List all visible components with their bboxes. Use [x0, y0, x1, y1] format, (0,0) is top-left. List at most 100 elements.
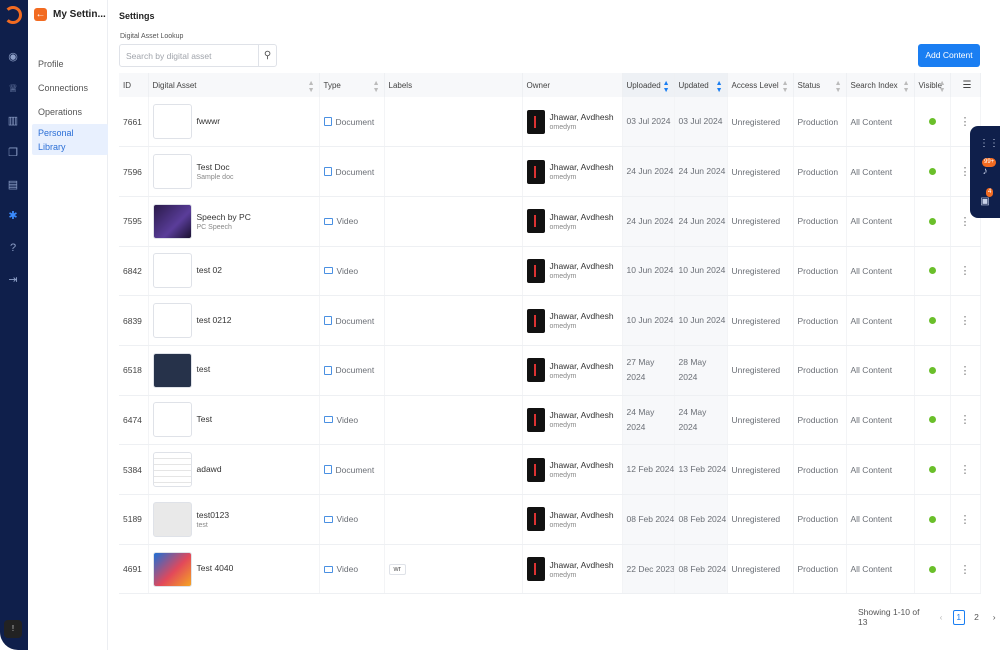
visible-status-dot[interactable] — [928, 168, 936, 176]
asset-name[interactable]: test 0212 — [197, 315, 232, 325]
asset-thumbnail[interactable] — [152, 104, 192, 140]
table-row[interactable]: 7661 fwwwr Document Jhawar, Avdhesh omed… — [119, 97, 981, 148]
label-chip[interactable]: wr — [388, 564, 406, 576]
asset-name[interactable]: adawd — [197, 464, 222, 474]
search-icon[interactable]: ⚲ — [258, 45, 276, 66]
apps-grid-icon[interactable]: ⋮⋮ — [979, 138, 999, 150]
cell-digital-asset[interactable]: test 0212 — [148, 295, 320, 346]
trophy-icon[interactable]: ♕ — [6, 82, 20, 96]
sort-icon[interactable]: ▲ ▼ — [782, 80, 789, 94]
chat-icon[interactable]: ▣ — [979, 196, 991, 208]
col-updated[interactable]: Updated ▲ ▼ — [674, 73, 728, 97]
visible-status-dot[interactable] — [928, 217, 936, 225]
cell-digital-asset[interactable]: test — [148, 345, 320, 396]
table-row[interactable]: 6518 test Document Jhawar, Avdhesh omedy… — [119, 345, 981, 396]
app-logo-icon[interactable] — [4, 6, 22, 24]
settings-gear-icon[interactable]: ✱ — [6, 209, 20, 223]
col-labels[interactable]: Labels — [384, 73, 523, 97]
visible-status-dot[interactable] — [928, 267, 936, 275]
row-menu-icon[interactable]: ⋮ — [950, 395, 981, 446]
asset-name[interactable]: test — [197, 364, 211, 374]
asset-name[interactable]: fwwwr — [197, 116, 221, 126]
row-menu-icon[interactable]: ⋮ — [950, 494, 981, 545]
help-icon[interactable]: ? — [6, 241, 20, 255]
visible-status-dot[interactable] — [928, 466, 936, 474]
nav-item-personal-library[interactable]: Personal Library — [32, 124, 108, 155]
cell-digital-asset[interactable]: Test 4040 — [148, 544, 320, 595]
cell-digital-asset[interactable]: fwwwr — [148, 97, 320, 148]
table-row[interactable]: 5189 test0123 test Video Jhawar, Avdhesh — [119, 494, 981, 545]
visible-status-dot[interactable] — [928, 317, 936, 325]
page-2-button[interactable]: 2 — [971, 610, 983, 625]
col-id[interactable]: ID — [119, 73, 149, 97]
sort-icon[interactable]: ▲ ▼ — [373, 80, 380, 94]
asset-name[interactable]: Test Doc — [197, 162, 234, 172]
sort-icon[interactable]: ▲ ▼ — [903, 80, 910, 94]
asset-thumbnail[interactable] — [152, 501, 192, 537]
row-menu-icon[interactable]: ⋮ — [950, 295, 981, 346]
cell-digital-asset[interactable]: test0123 test — [148, 494, 320, 545]
bell-icon[interactable]: ♪ — [979, 166, 991, 178]
nav-item-connections[interactable]: Connections — [32, 76, 108, 100]
cell-digital-asset[interactable]: Test — [148, 395, 320, 446]
nav-item-operations[interactable]: Operations — [32, 100, 108, 124]
asset-name[interactable]: Test — [197, 414, 213, 424]
asset-thumbnail[interactable] — [152, 452, 192, 488]
sort-icon[interactable]: ▲ ▼ — [308, 80, 315, 94]
search-input[interactable] — [120, 45, 258, 66]
sort-icon[interactable]: ▲ ▼ — [663, 80, 670, 94]
sort-icon[interactable]: ▲ ▼ — [939, 80, 946, 94]
asset-thumbnail[interactable] — [152, 203, 192, 239]
asset-name[interactable]: Test 4040 — [197, 563, 234, 573]
visible-status-dot[interactable] — [928, 565, 936, 573]
col-status[interactable]: Status ▲ ▼ — [793, 73, 847, 97]
asset-thumbnail[interactable] — [152, 352, 192, 388]
visible-status-dot[interactable] — [928, 118, 936, 126]
back-arrow-icon[interactable]: ← — [34, 8, 47, 21]
col-access-level[interactable]: Access Level ▲ ▼ — [727, 73, 794, 97]
next-page-icon[interactable]: › — [988, 610, 1000, 625]
row-menu-icon[interactable]: ⋮ — [950, 444, 981, 495]
col-owner[interactable]: Owner — [522, 73, 623, 97]
camera-icon[interactable]: ◉ — [6, 50, 20, 64]
user-avatar[interactable]: ! — [4, 620, 22, 638]
asset-thumbnail[interactable] — [152, 154, 192, 190]
sort-icon[interactable]: ▲ ▼ — [716, 80, 723, 94]
row-menu-icon[interactable]: ⋮ — [950, 544, 981, 595]
prev-page-icon[interactable]: ‹ — [935, 610, 947, 625]
logout-icon[interactable]: ⇥ — [6, 273, 20, 287]
visible-status-dot[interactable] — [928, 515, 936, 523]
table-row[interactable]: 6842 test 02 Video Jhawar, Avdhesh omedy… — [119, 246, 981, 297]
bank-icon[interactable]: ▥ — [6, 114, 20, 128]
col-uploaded[interactable]: Uploaded ▲ ▼ — [622, 73, 675, 97]
row-menu-icon[interactable]: ⋮ — [950, 345, 981, 396]
visible-status-dot[interactable] — [928, 416, 936, 424]
table-row[interactable]: 6839 test 0212 Document Jhawar, Avdhesh — [119, 295, 981, 346]
col-type[interactable]: Type ▲ ▼ — [319, 73, 385, 97]
table-row[interactable]: 7595 Speech by PC PC Speech Video Jhawar… — [119, 196, 981, 247]
asset-thumbnail[interactable] — [152, 402, 192, 438]
copy-icon[interactable]: ❐ — [6, 146, 20, 160]
cell-digital-asset[interactable]: adawd — [148, 444, 320, 495]
add-content-button[interactable]: Add Content — [918, 44, 980, 67]
library-icon[interactable]: ▤ — [6, 178, 20, 192]
cell-digital-asset[interactable]: Speech by PC PC Speech — [148, 196, 320, 247]
asset-name[interactable]: test 02 — [197, 265, 223, 275]
table-row[interactable]: 7596 Test Doc Sample doc Document Jhawar… — [119, 146, 981, 197]
asset-name[interactable]: Speech by PC — [197, 212, 251, 222]
visible-status-dot[interactable] — [928, 366, 936, 374]
asset-thumbnail[interactable] — [152, 303, 192, 339]
table-row[interactable]: 6474 Test Video Jhawar, Avdhesh omedym 2… — [119, 395, 981, 446]
page-1-button[interactable]: 1 — [952, 609, 965, 625]
asset-thumbnail[interactable] — [152, 551, 192, 587]
row-menu-icon[interactable]: ⋮ — [950, 246, 981, 297]
col-visible[interactable]: Visible ▲ ▼ — [914, 73, 951, 97]
col-search-index[interactable]: Search Index ▲ ▼ — [846, 73, 915, 97]
table-row[interactable]: 4691 Test 4040 Video wr Jhawar, Avdhesh — [119, 544, 981, 595]
cell-digital-asset[interactable]: Test Doc Sample doc — [148, 146, 320, 197]
table-row[interactable]: 5384 adawd Document Jhawar, Avdhesh omed… — [119, 444, 981, 495]
asset-name[interactable]: test0123 — [197, 510, 230, 520]
sort-icon[interactable]: ▲ ▼ — [835, 80, 842, 94]
column-menu-icon[interactable]: ☰ — [950, 73, 981, 97]
nav-item-profile[interactable]: Profile — [32, 52, 108, 76]
